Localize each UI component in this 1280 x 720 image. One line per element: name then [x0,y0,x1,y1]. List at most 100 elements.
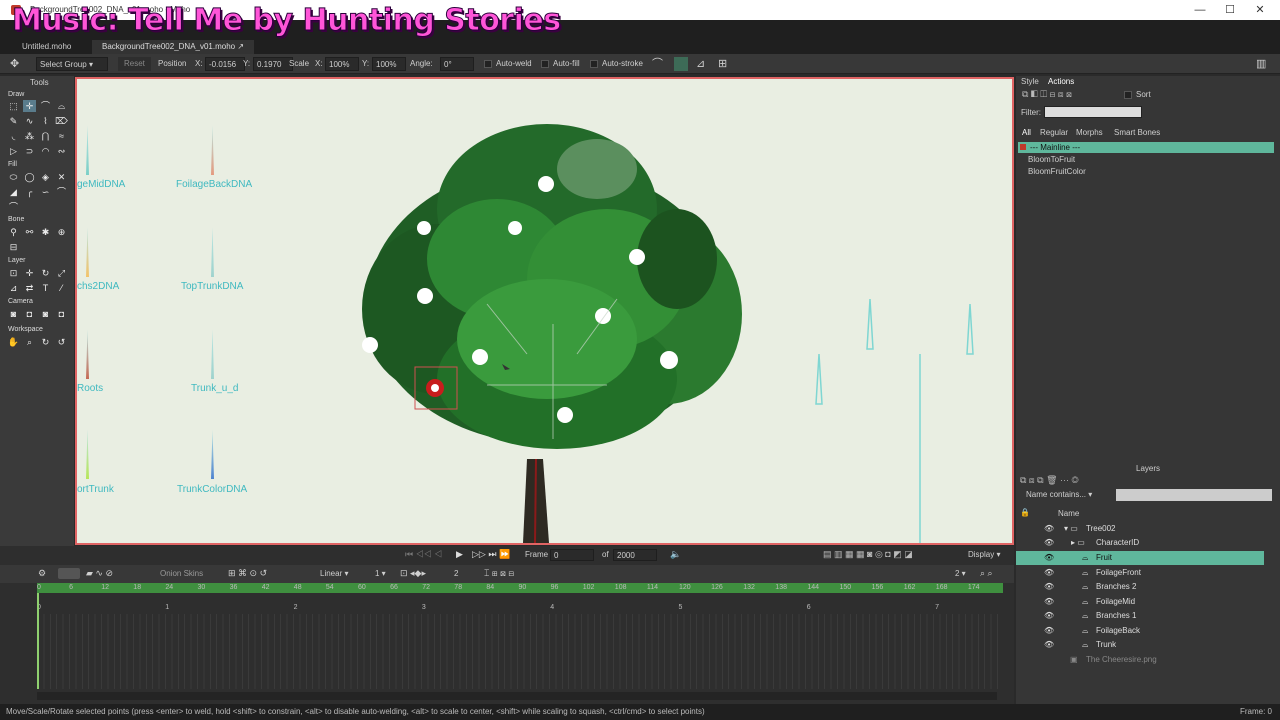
set-origin-icon[interactable]: ⊡ [7,267,20,279]
eye-icon[interactable]: 👁 [1044,638,1054,652]
stroke-exposure-icon[interactable]: ∽ [39,186,52,198]
layer-row-branches2[interactable]: 👁 ⌓ Branches 2 [1016,580,1264,594]
timeline-settings-icon[interactable]: ⚙ [38,568,46,579]
close-button[interactable]: ✕ [1245,0,1275,20]
filter-input[interactable] [1044,106,1142,118]
flip-icon[interactable]: ⊿ [696,57,705,71]
curvature-icon[interactable]: ⌓ [55,100,68,112]
freehand-icon[interactable]: ∿ [23,115,36,127]
line-width-icon[interactable]: ◢ [7,186,20,198]
tab-actions[interactable]: Actions [1048,77,1074,86]
hide-edge-icon[interactable]: ╭ [23,186,36,198]
canvas[interactable]: geMidDNA chs2DNA Roots ortTrunk FoilageB… [75,77,1014,545]
rewind-controls-icon[interactable]: ⏮ ◁◁ ◁ [405,549,442,560]
layer-row-foilageback[interactable]: 👁 ⌓ FoilageBack [1016,624,1264,638]
layer-row-tree002[interactable]: 👁 ▾ ▭ Tree002 [1016,522,1264,536]
layer-tool-icons[interactable]: ⧉ ⧈ ⧉ 🗑 ⋯ ◎ [1020,475,1079,486]
zoom-icon[interactable]: ⌕ [23,336,36,348]
layer-row-foilagemid[interactable]: 👁 ⌓ FoilageMid [1016,595,1264,609]
transform-points-icon[interactable]: ✛ [23,100,36,112]
eye-icon[interactable]: 👁 [1044,580,1054,594]
tab-style[interactable]: Style [1021,77,1039,86]
shear-layer-icon[interactable]: ⊿ [7,282,20,294]
perspective-icon[interactable]: ⊃ [23,145,36,157]
eye-icon[interactable]: 👁 [1044,609,1054,623]
timeline-scrollbar[interactable] [37,692,997,700]
timeline-grid[interactable] [37,614,1003,689]
total-frames-input[interactable]: 2000 [613,549,657,561]
create-shape-icon[interactable]: ◯ [23,171,36,183]
action-bloom-to-fruit[interactable]: BloomToFruit [1028,155,1075,164]
toggle-keys-icon[interactable] [58,568,80,579]
bind-layer-icon[interactable]: ⊟ [7,241,20,253]
magnet-icon[interactable]: ⋂ [39,130,52,142]
layer-filter-input[interactable] [1116,489,1272,501]
rotate-workspace-icon[interactable]: ↻ [39,336,52,348]
frame-ruler[interactable]: 0 6 12 18 24 30 36 42 48 54 60 66 72 78 84 90 96 102 108 11… [37,583,1003,593]
lock-icon[interactable]: 🔒 [1020,508,1030,517]
zoom-icons[interactable]: ⌕ ⌕ [980,568,993,579]
play-button[interactable]: ▶ [456,549,463,560]
display-dropdown[interactable]: Display ▾ [968,550,1000,559]
grid-toggle-icon[interactable] [674,57,688,71]
translate-layer-icon[interactable]: ✛ [23,267,36,279]
interval-dropdown[interactable]: 1 ▾ [375,569,386,578]
camera-track-icon[interactable]: ◙ [7,308,20,320]
scale-y-input[interactable]: 100% [372,57,406,71]
subtab-smart-bones[interactable]: Smart Bones [1114,128,1160,137]
shear-icon[interactable]: ◠ [39,145,52,157]
sort-checkbox[interactable]: Sort [1124,90,1151,99]
align-icon[interactable]: ⊞ [718,57,727,71]
layer-row-foilagefront[interactable]: 👁 ⌓ FoilageFront [1016,566,1264,580]
add-point-icon[interactable]: ⌒ [39,100,52,112]
camera-roll-icon[interactable]: ◙ [39,308,52,320]
subtab-morphs[interactable]: Morphs [1076,128,1103,137]
curve-profile-icon[interactable]: ▷ [7,145,20,157]
select-bone-icon[interactable]: ⚲ [7,226,20,238]
eye-icon[interactable]: 👁 [1044,522,1054,536]
layer-row-characterid[interactable]: 👁 ▸ ▭ CharacterID [1016,536,1264,550]
forward-controls-icon[interactable]: ▷▷ ⏭ ⏩ [472,549,510,560]
maximize-button[interactable]: ☐ [1215,0,1245,20]
action-tool-icons[interactable]: ⧉ ◧ ◫ ⊟ ⧈ ⊠ [1022,89,1072,100]
scatter-brush-icon[interactable]: ⁂ [23,130,36,142]
eyedropper-icon[interactable]: ⁄ [55,282,68,294]
frame-input[interactable]: 0 [550,549,594,561]
text-icon[interactable]: T [39,282,52,294]
auto-weld-checkbox[interactable]: Auto-weld [484,57,532,71]
panel-toggle-icon[interactable]: ▥ [1256,57,1266,71]
layer-row-trunk[interactable]: 👁 ⌓ Trunk [1016,638,1264,652]
camera-pan-icon[interactable]: ◘ [55,308,68,320]
rotate-layer-icon[interactable]: ↻ [39,267,52,279]
transform-bone-icon[interactable]: ⚯ [23,226,36,238]
eye-icon[interactable]: 👁 [1044,595,1054,609]
paint-bucket-icon[interactable]: ◈ [39,171,52,183]
auto-fill-checkbox[interactable]: Auto-fill [541,57,580,71]
eraser-icon[interactable]: ⌦ [55,115,68,127]
layer-row-branches1[interactable]: 👁 ⌓ Branches 1 [1016,609,1264,623]
tab-untitled[interactable]: Untitled.moho [12,40,81,54]
layer-filter-dropdown[interactable]: Name contains... ▾ [1026,490,1092,499]
curvature-fill-icon[interactable]: ⌒ [55,186,68,198]
scale-x-input[interactable]: 100% [325,57,359,71]
view-mode-icons[interactable]: ▤ ▥ ▦ ▦ ◙ ◎ ◘ ◩ ◪ [823,549,913,560]
copy-paste-icons[interactable]: ⌶ ⊞ ⊠ ⊟ [484,568,514,579]
name-header[interactable]: Name [1058,509,1079,518]
zoom-level-dropdown[interactable]: 2 ▾ [955,569,966,578]
tree-illustration[interactable] [77,79,1012,543]
flip-layer-icon[interactable]: ⇄ [23,282,36,294]
bend-icon[interactable]: ∾ [55,145,68,157]
onion-skins-label[interactable]: Onion Skins [160,569,203,578]
delete-edge-icon[interactable]: ✕ [55,171,68,183]
select-shape-icon[interactable]: ⬭ [7,171,20,183]
step-value[interactable]: 2 [454,569,458,578]
pos-x-input[interactable]: -0.0156 [205,57,245,71]
pen-icon[interactable]: ✎ [7,115,20,127]
hand-icon[interactable]: ✋ [7,336,20,348]
draw-shape-icon[interactable]: ◟ [7,130,20,142]
keyframe-nav-icon[interactable]: ⊡ ◂◆▸ [400,568,426,579]
keyframe-tools-icon[interactable]: ⊞ ⌘ ⊙ ↺ [228,568,267,579]
select-points-icon[interactable]: ⬚ [7,100,20,112]
tab-background-tree[interactable]: BackgroundTree002_DNA_v01.moho ↗ [92,40,255,54]
select-group-dropdown[interactable]: Select Group ▾ [36,57,108,71]
